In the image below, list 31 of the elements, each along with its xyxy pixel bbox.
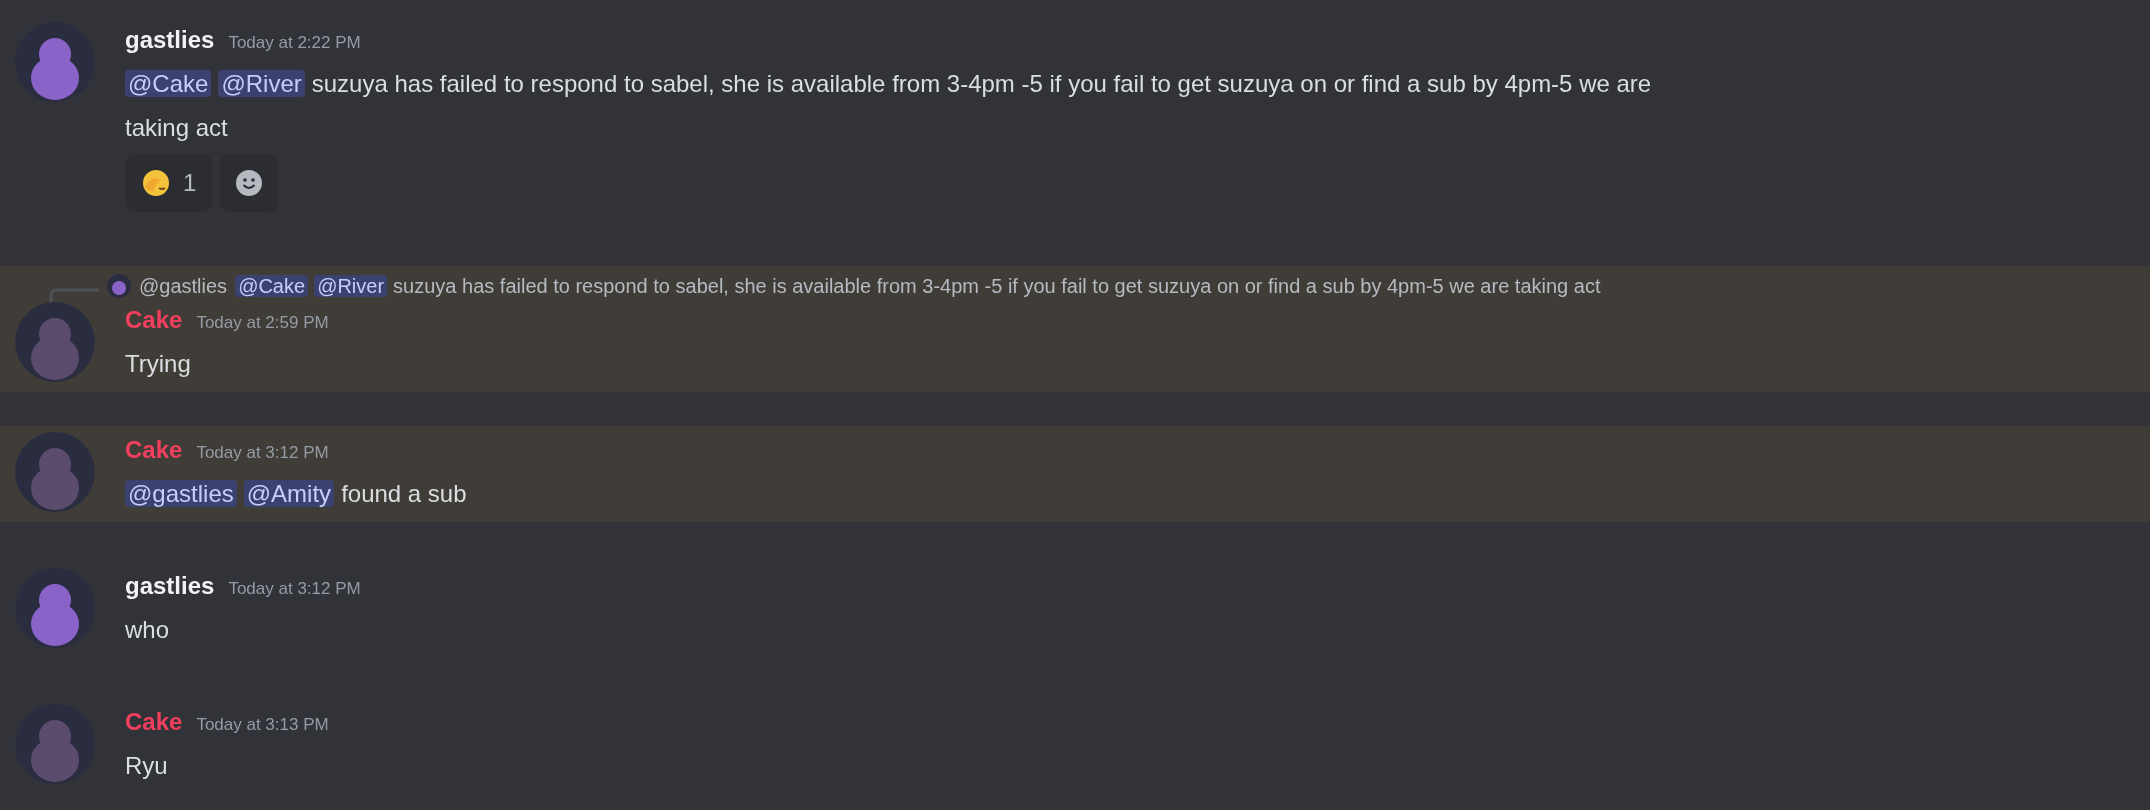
mention[interactable]: @Cake: [235, 274, 309, 297]
avatar[interactable]: [15, 432, 95, 512]
reply-author[interactable]: @gastlies: [139, 274, 228, 298]
username[interactable]: gastlies: [125, 26, 215, 54]
avatar: [107, 274, 131, 298]
timestamp: Today at 2:59 PM: [196, 313, 329, 333]
timestamp: Today at 3:12 PM: [196, 443, 329, 463]
message-text: Trying: [125, 349, 192, 379]
avatar[interactable]: [15, 22, 95, 102]
username[interactable]: Cake: [125, 708, 183, 736]
smiley-icon: [235, 169, 264, 197]
message-text: who: [125, 615, 171, 645]
timestamp: Today at 3:13 PM: [196, 715, 329, 735]
reaction-button[interactable]: 1: [125, 154, 213, 212]
mention[interactable]: @Cake: [125, 70, 212, 97]
reply-preview[interactable]: @Cake @River suzuya has failed to respond to sabel, she is available from 3-4pm -5 if you fail to get suzuya on or find a sub by 4pm-5 we are taking act: [235, 274, 1601, 298]
avatar[interactable]: [15, 302, 95, 382]
timestamp: Today at 2:22 PM: [228, 33, 361, 53]
timestamp: Today at 3:12 PM: [228, 579, 361, 599]
message-text: @gastlies @Amity found a sub: [125, 472, 467, 516]
facepalm-emoji-icon: [141, 168, 171, 198]
mention[interactable]: @River: [218, 70, 305, 97]
mention[interactable]: @gastlies: [125, 480, 237, 507]
mention[interactable]: @River: [314, 274, 388, 297]
username[interactable]: gastlies: [125, 572, 215, 600]
mention[interactable]: @Amity: [243, 480, 335, 507]
add-reaction-button[interactable]: [220, 154, 279, 212]
message-text: Ryu: [125, 751, 169, 781]
message-text: @Cake @River suzuya has failed to respond to sabel, she is available from 3-4pm -5 if you fail to get suzuya on or find a sub by 4pm-5 we are taking act: [125, 69, 1653, 143]
avatar[interactable]: [15, 568, 95, 648]
avatar[interactable]: [15, 704, 95, 784]
